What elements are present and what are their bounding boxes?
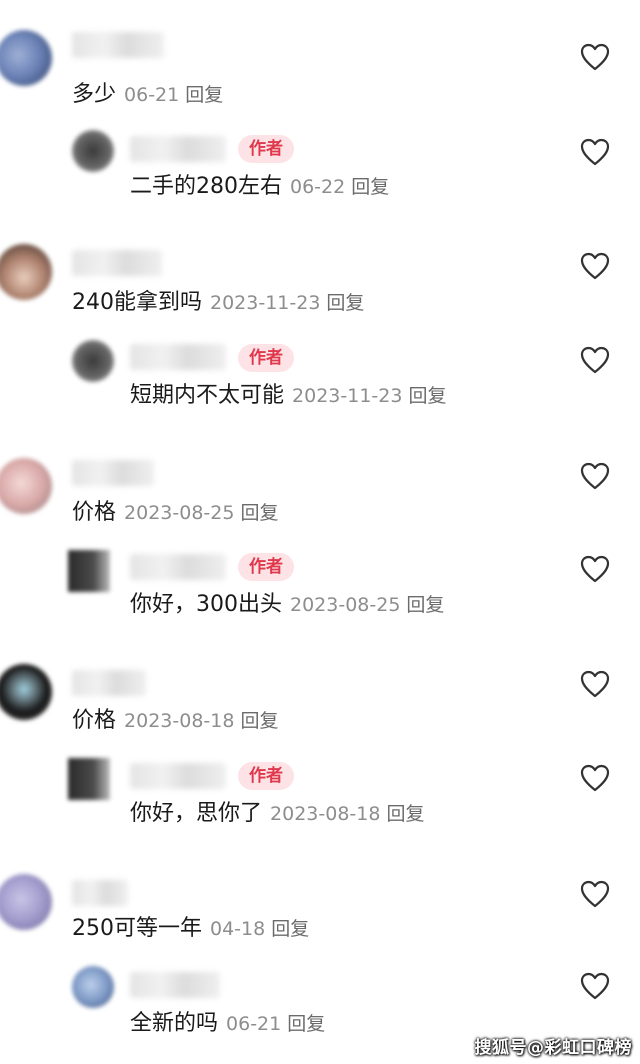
avatar[interactable] <box>0 874 52 930</box>
author-badge: 作者 <box>238 344 294 372</box>
reply-link[interactable]: 回复 <box>240 710 278 732</box>
username-blurred[interactable] <box>72 880 128 906</box>
replier-avatar[interactable] <box>72 966 114 1008</box>
author-avatar[interactable] <box>72 340 114 382</box>
username-blurred[interactable] <box>72 670 146 696</box>
like-heart-icon[interactable] <box>580 972 610 1000</box>
username-blurred[interactable] <box>72 460 154 486</box>
reply-link[interactable]: 回复 <box>326 292 364 314</box>
comment-text[interactable]: 价格 2023-08-25 回复 <box>72 498 278 528</box>
author-avatar[interactable] <box>72 130 114 172</box>
like-heart-icon[interactable] <box>580 555 610 583</box>
author-avatar[interactable] <box>68 758 110 800</box>
reply-content: 你好，思你了 <box>130 801 263 826</box>
reply-link[interactable]: 回复 <box>185 84 223 106</box>
reply-content: 短期内不太可能 <box>130 383 285 408</box>
like-heart-icon[interactable] <box>580 880 610 908</box>
reply-link[interactable]: 回复 <box>240 502 278 524</box>
author-username-blurred[interactable] <box>130 554 226 580</box>
comment-text[interactable]: 价格 2023-08-18 回复 <box>72 706 278 736</box>
comment-date: 2023-08-25 <box>124 502 235 524</box>
reply-link[interactable]: 回复 <box>408 385 446 407</box>
reply-text[interactable]: 全新的吗 06-21 回复 <box>130 1009 325 1039</box>
comment-date: 2023-08-18 <box>124 710 235 732</box>
avatar[interactable] <box>0 664 52 720</box>
reply-link[interactable]: 回复 <box>351 176 389 198</box>
avatar[interactable] <box>0 458 52 514</box>
replier-username-blurred[interactable] <box>130 972 220 998</box>
author-username-blurred[interactable] <box>130 344 226 370</box>
comment-text[interactable]: 多少 06-21 回复 <box>72 80 223 110</box>
author-username-blurred[interactable] <box>130 763 226 789</box>
like-heart-icon[interactable] <box>580 764 610 792</box>
reply-content: 二手的280左右 <box>130 174 282 199</box>
comment-content: 价格 <box>72 708 117 733</box>
avatar[interactable] <box>0 244 52 300</box>
reply-content: 全新的吗 <box>130 1011 219 1036</box>
avatar[interactable] <box>0 30 52 86</box>
author-avatar[interactable] <box>68 550 110 592</box>
reply-text[interactable]: 你好，思你了 2023-08-18 回复 <box>130 799 424 829</box>
reply-text[interactable]: 短期内不太可能 2023-11-23 回复 <box>130 381 446 411</box>
comment-text[interactable]: 240能拿到吗 2023-11-23 回复 <box>72 288 364 318</box>
author-badge: 作者 <box>238 135 294 163</box>
reply-date: 2023-11-23 <box>292 385 403 407</box>
reply-text[interactable]: 你好，300出头 2023-08-25 回复 <box>130 590 444 620</box>
author-badge: 作者 <box>238 553 294 581</box>
reply-text[interactable]: 二手的280左右 06-22 回复 <box>130 172 389 202</box>
author-badge: 作者 <box>238 762 294 790</box>
reply-date: 06-21 <box>226 1013 282 1035</box>
reply-link[interactable]: 回复 <box>386 803 424 825</box>
reply-date: 06-22 <box>290 176 346 198</box>
reply-link[interactable]: 回复 <box>406 594 444 616</box>
watermark: 搜狐号@彩虹口碑榜 <box>474 1038 632 1058</box>
comment-date: 06-21 <box>124 84 180 106</box>
comment-date: 2023-11-23 <box>210 292 321 314</box>
reply-date: 2023-08-18 <box>270 803 381 825</box>
comment-text[interactable]: 250可等一年 04-18 回复 <box>72 914 309 944</box>
like-heart-icon[interactable] <box>580 43 610 71</box>
comment-content: 价格 <box>72 500 117 525</box>
reply-link[interactable]: 回复 <box>271 918 309 940</box>
like-heart-icon[interactable] <box>580 252 610 280</box>
comment-content: 240能拿到吗 <box>72 290 202 315</box>
username-blurred[interactable] <box>72 32 164 58</box>
reply-date: 2023-08-25 <box>290 594 401 616</box>
like-heart-icon[interactable] <box>580 138 610 166</box>
comment-date: 04-18 <box>210 918 266 940</box>
username-blurred[interactable] <box>72 250 162 276</box>
comment-content: 250可等一年 <box>72 916 202 941</box>
like-heart-icon[interactable] <box>580 462 610 490</box>
author-username-blurred[interactable] <box>130 136 226 162</box>
reply-content: 你好，300出头 <box>130 592 282 617</box>
comment-content: 多少 <box>72 82 117 107</box>
like-heart-icon[interactable] <box>580 346 610 374</box>
like-heart-icon[interactable] <box>580 670 610 698</box>
reply-link[interactable]: 回复 <box>287 1013 325 1035</box>
